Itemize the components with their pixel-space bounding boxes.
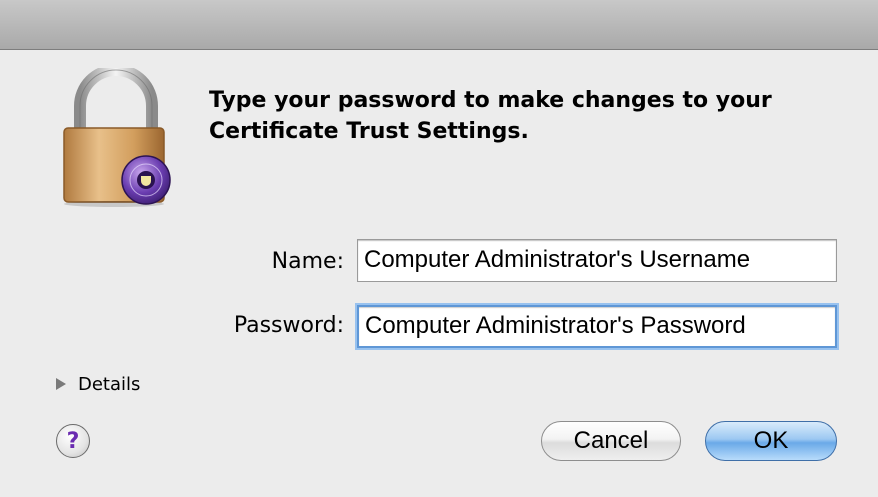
details-label[interactable]: Details bbox=[78, 374, 140, 395]
name-label: Name: bbox=[271, 249, 344, 274]
lock-icon bbox=[63, 68, 171, 207]
disclosure-triangle-icon[interactable] bbox=[56, 378, 66, 390]
password-field[interactable]: Computer Administrator's Password bbox=[357, 305, 837, 348]
ok-button[interactable]: OK bbox=[705, 421, 837, 461]
help-question-icon: ? bbox=[66, 428, 80, 454]
dialog-message-line2: Certificate Trust Settings. bbox=[209, 119, 529, 144]
help-button[interactable]: ? bbox=[56, 424, 90, 458]
dialog-message: Type your password to make changes to yo… bbox=[209, 85, 849, 147]
name-field[interactable]: Computer Administrator's Username bbox=[357, 239, 837, 282]
password-label: Password: bbox=[233, 313, 344, 338]
title-bar[interactable] bbox=[0, 0, 878, 50]
dialog-message-line1: Type your password to make changes to yo… bbox=[209, 88, 772, 113]
details-disclosure[interactable]: Details bbox=[56, 372, 140, 396]
cancel-button[interactable]: Cancel bbox=[541, 421, 681, 461]
